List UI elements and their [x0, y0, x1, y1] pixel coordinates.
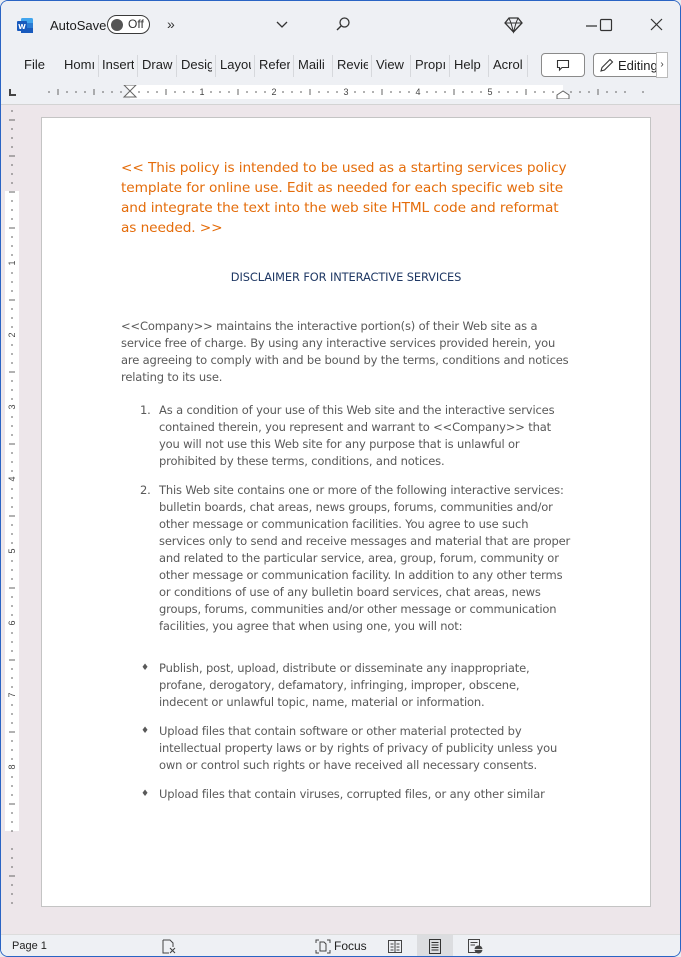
- list-item: 1. As a condition of your use of this We…: [121, 402, 571, 470]
- template-instruction-note: << This policy is intended to be used as…: [121, 160, 567, 236]
- tab-separator: [527, 55, 528, 77]
- web-layout-icon[interactable]: [467, 939, 483, 954]
- tab-separator: [254, 55, 255, 77]
- bullet-item: ♦ Upload files that contain viruses, cor…: [121, 786, 571, 803]
- tab-layout[interactable]: Layou: [220, 57, 251, 72]
- status-bar: Page 1 Focus: [1, 934, 680, 956]
- tab-separator: [98, 55, 99, 77]
- ruler-label: 1: [199, 87, 204, 97]
- premium-diamond-icon[interactable]: [504, 15, 523, 34]
- ruler-label: 3: [343, 87, 348, 97]
- list-item: 2. This Web site contains one or more of…: [121, 482, 571, 635]
- close-button[interactable]: [649, 17, 664, 32]
- bullet-text: Upload files that contain software or ot…: [159, 724, 558, 772]
- more-commands-button[interactable]: »: [167, 16, 175, 32]
- focus-label: Focus: [334, 939, 367, 953]
- ribbon-scroll-right-button[interactable]: ›: [656, 52, 668, 78]
- ruler-label: 4: [415, 87, 420, 97]
- editing-label: Editing: [618, 58, 658, 73]
- document-body[interactable]: << This policy is intended to be used as…: [121, 158, 571, 815]
- bullet-item: ♦ Publish, post, upload, distribute or d…: [121, 660, 571, 711]
- tab-mailings[interactable]: Maili: [298, 57, 329, 72]
- tab-stop-selector[interactable]: [9, 89, 16, 96]
- comment-icon: [556, 59, 570, 72]
- ruler-label: 2: [7, 332, 17, 337]
- ruler-label: 8: [7, 764, 17, 769]
- tab-separator: [488, 55, 489, 77]
- ruler-label: 3: [7, 404, 17, 409]
- list-number: 2.: [140, 483, 151, 497]
- svg-text:W: W: [18, 23, 26, 31]
- diamond-bullet-icon: ♦: [141, 726, 149, 736]
- read-mode-icon[interactable]: [387, 939, 403, 954]
- bullet-text: Publish, post, upload, distribute or dis…: [159, 661, 530, 709]
- tab-review[interactable]: Revie: [337, 57, 368, 72]
- pencil-icon: [600, 58, 614, 72]
- page-number-indicator[interactable]: Page 1: [12, 940, 47, 952]
- autosave-label: AutoSave: [50, 18, 107, 33]
- maximize-button[interactable]: [599, 18, 613, 32]
- list-item-text: This Web site contains one or more of th…: [159, 483, 571, 633]
- tab-separator: [371, 55, 372, 77]
- tab-view[interactable]: View: [376, 57, 407, 72]
- ruler-label: 5: [7, 548, 17, 553]
- tab-separator: [215, 55, 216, 77]
- ruler-label: 7: [7, 692, 17, 697]
- title-bar: W AutoSave Off »: [1, 1, 680, 49]
- tab-home[interactable]: Homı: [64, 57, 95, 72]
- ruler-label: 4: [7, 476, 17, 481]
- ruler-label: 1: [7, 260, 17, 265]
- tab-separator: [137, 55, 138, 77]
- numbered-list: 1. As a condition of your use of this We…: [121, 402, 571, 635]
- intro-paragraph: <<Company>> maintains the interactive po…: [121, 319, 569, 384]
- tab-draw[interactable]: Draw: [142, 57, 174, 72]
- tab-separator: [293, 55, 294, 77]
- tab-separator: [176, 55, 177, 77]
- bullet-item: ♦ Upload files that contain software or …: [121, 723, 571, 774]
- tab-separator: [449, 55, 450, 77]
- comments-button[interactable]: [541, 53, 585, 77]
- document-page[interactable]: << This policy is intended to be used as…: [41, 117, 651, 907]
- tab-insert[interactable]: Insert: [102, 57, 134, 72]
- tab-help[interactable]: Help: [454, 57, 485, 72]
- horizontal-ruler[interactable]: 1 2 3 4 5: [27, 85, 649, 99]
- proofing-status-icon[interactable]: [161, 939, 177, 954]
- print-layout-button[interactable]: [417, 935, 453, 956]
- ruler-label: 2: [271, 87, 276, 97]
- document-heading: DISCLAIMER FOR INTERACTIVE SERVICES: [230, 270, 462, 284]
- list-number: 1.: [140, 403, 151, 417]
- autosave-state: Off: [128, 17, 144, 31]
- print-layout-icon: [429, 939, 441, 954]
- ruler-label: 5: [487, 87, 492, 97]
- search-icon[interactable]: [335, 16, 351, 32]
- tab-design[interactable]: Desig: [181, 57, 212, 72]
- word-logo-icon: W: [17, 18, 33, 33]
- diamond-bullet-icon: ♦: [141, 663, 149, 673]
- list-item-text: As a condition of your use of this Web s…: [159, 403, 555, 468]
- diamond-bullet-icon: ♦: [141, 789, 149, 799]
- vertical-ruler[interactable]: 1 2 3 4 5 6 7 8: [5, 105, 19, 905]
- bullet-text: Upload files that contain viruses, corru…: [159, 787, 545, 801]
- ruler-label: 6: [7, 620, 17, 625]
- chevron-down-icon[interactable]: [275, 17, 289, 31]
- autosave-toggle[interactable]: Off: [107, 15, 150, 34]
- tab-file[interactable]: File: [24, 57, 45, 72]
- toggle-knob: [111, 18, 123, 31]
- tab-references[interactable]: Refer: [259, 57, 290, 72]
- bullet-list: ♦ Publish, post, upload, distribute or d…: [121, 660, 571, 803]
- editing-mode-button[interactable]: Editing: [593, 53, 663, 77]
- tab-acrobat[interactable]: Acrol: [493, 57, 524, 72]
- tab-properties[interactable]: Propı: [415, 57, 446, 72]
- tab-separator: [410, 55, 411, 77]
- tab-separator: [332, 55, 333, 77]
- focus-icon: [315, 939, 331, 954]
- word-window: W AutoSave Off » File Homı Insert Draw D…: [0, 0, 681, 957]
